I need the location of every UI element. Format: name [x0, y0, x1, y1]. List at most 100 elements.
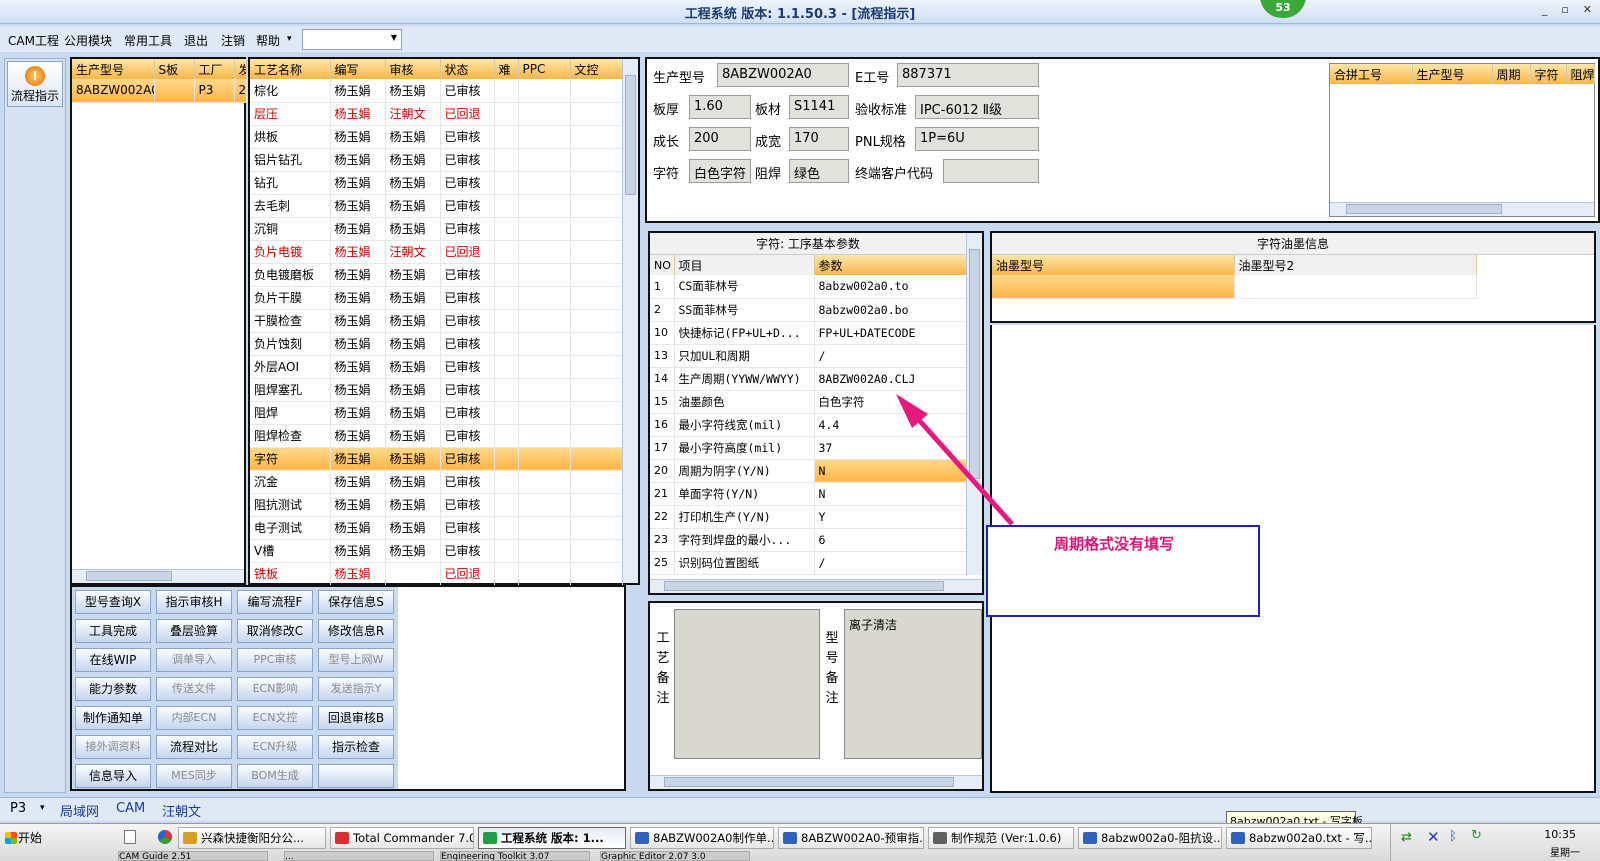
scroll-thumb[interactable]	[86, 571, 172, 581]
table-row[interactable]: 阻焊塞孔 杨玉娟 杨玉娟 已审核	[250, 378, 623, 402]
action-button-21[interactable]: 流程对比	[156, 735, 232, 759]
customer-code-field[interactable]	[943, 159, 1039, 183]
taskbar-button-7[interactable]: 8abzw002a0.txt - 写...	[1226, 827, 1372, 849]
scroll-thumb[interactable]	[969, 249, 980, 479]
column-header-model[interactable]: 生产型号	[72, 59, 155, 79]
taskbar-button-6[interactable]: 8abzw002a0-阻抗设...	[1078, 827, 1222, 849]
menu-combo-select[interactable]: ▼	[302, 29, 402, 50]
column-header-ink-model[interactable]: 油墨型号	[992, 255, 1235, 275]
action-button-25[interactable]: MES同步	[156, 764, 232, 788]
clock[interactable]: 10:35	[1544, 828, 1576, 841]
desktop-icon[interactable]	[124, 830, 136, 844]
menu-exit[interactable]: 退出	[184, 32, 208, 49]
taskbar-row2-button[interactable]: Engineering Toolkit 3.07	[440, 851, 590, 861]
action-button-27[interactable]	[318, 764, 394, 788]
action-button-24[interactable]: 信息导入	[75, 764, 151, 788]
taskbar-button-1[interactable]: Total Commander 7.0 ...	[330, 827, 474, 849]
menu-help[interactable]: 帮助	[256, 32, 280, 49]
table-row[interactable]: 干膜检查 杨玉娟 杨玉娟 已审核	[250, 309, 623, 333]
table-row[interactable]: 烘板 杨玉娟 杨玉娟 已审核	[250, 125, 623, 149]
network-icon[interactable]: ⇄	[1401, 830, 1412, 845]
column-header-merge-model[interactable]: 生产型号	[1412, 64, 1493, 84]
menu-common-modules[interactable]: 公用模块	[64, 32, 112, 49]
column-header-extra[interactable]: 发	[234, 59, 247, 79]
width-field[interactable]: 170	[789, 127, 849, 151]
action-button-1[interactable]: 指示审核H	[156, 590, 232, 614]
column-header-merge-char[interactable]: 字符	[1530, 64, 1567, 84]
column-header-s-board[interactable]: S板	[154, 59, 195, 79]
table-row[interactable]: 14 生产周期(YYWW/WWYY) 8ABZW002A0.CLJ	[650, 367, 967, 391]
taskbar-row2-button[interactable]: ...	[284, 851, 434, 861]
table-row[interactable]: 负电镀磨板 杨玉娟 杨玉娟 已审核	[250, 263, 623, 287]
taskbar-button-5[interactable]: 制作规范 (Ver:1.0.6)	[928, 827, 1074, 849]
table-row[interactable]: 22 打印机生产(Y/N) Y	[650, 505, 967, 529]
table-row[interactable]: 字符 杨玉娟 杨玉娟 已审核	[250, 447, 623, 471]
scroll-thumb[interactable]	[664, 581, 944, 591]
process-remarks-field[interactable]	[674, 609, 820, 759]
help-dropdown-icon[interactable]: ▾	[287, 34, 292, 44]
solder-mask-field[interactable]: 绿色	[789, 159, 849, 183]
table-row[interactable]: 10 快捷标记(FP+UL+D... FP+UL+DATECODE	[650, 321, 967, 345]
action-button-13[interactable]: 传送文件	[156, 677, 232, 701]
model-field[interactable]: 8ABZW002A0	[717, 63, 849, 87]
table-row[interactable]: 阻焊 杨玉娟 杨玉娟 已审核	[250, 401, 623, 425]
flow-instruction-button[interactable]: ! 流程指示	[7, 61, 63, 107]
action-button-16[interactable]: 制作通知单	[75, 706, 151, 730]
table-row[interactable]: 去毛刺 杨玉娟 杨玉娟 已审核	[250, 194, 623, 218]
column-header-status[interactable]: 状态	[440, 59, 495, 79]
table-row[interactable]: 1 CS面菲林号 8abzw002a0.to	[650, 275, 967, 299]
action-button-23[interactable]: 指示检查	[318, 735, 394, 759]
params-vscroll[interactable]	[966, 233, 982, 575]
close-button[interactable]: ✕	[1583, 3, 1592, 16]
action-button-9[interactable]: 调单导入	[156, 648, 232, 672]
e-number-field[interactable]: 887371	[897, 63, 1039, 87]
maximize-button[interactable]: ▫	[1561, 3, 1568, 16]
table-row[interactable]: 23 字符到焊盘的最小... 6	[650, 528, 967, 552]
table-row[interactable]: 棕化 杨玉娟 杨玉娟 已审核	[250, 79, 623, 103]
column-header-merge-no[interactable]: 合拼工号	[1330, 64, 1413, 84]
taskbar-row2-button[interactable]: CAM Guide 2.51	[118, 851, 268, 861]
column-header-merge-mask[interactable]: 阻焊	[1566, 64, 1595, 84]
merge-table-hscroll[interactable]	[1330, 202, 1594, 216]
table-row[interactable]: 负片蚀刻 杨玉娟 杨玉娟 已审核	[250, 332, 623, 356]
column-header-ink-model-2[interactable]: 油墨型号2	[1234, 255, 1477, 275]
table-row[interactable]: 21 单面字符(Y/N) N	[650, 482, 967, 506]
action-button-15[interactable]: 发送指示Y	[318, 677, 394, 701]
table-row[interactable]: 负片电镀 杨玉娟 汪朝文 已回退	[250, 240, 623, 264]
table-row[interactable]: 2 SS面菲林号 8abzw002a0.bo	[650, 298, 967, 322]
refresh-icon[interactable]: ↻	[1471, 828, 1482, 843]
action-button-17[interactable]: 内部ECN	[156, 706, 232, 730]
table-row[interactable]: 铝片钻孔 杨玉娟 杨玉娟 已审核	[250, 148, 623, 172]
taskbar-button-2[interactable]: 工程系统 版本: 1...	[478, 827, 626, 849]
action-button-2[interactable]: 编写流程F	[237, 590, 313, 614]
action-button-0[interactable]: 型号查询X	[75, 590, 151, 614]
table-row[interactable]: 外层AOI 杨玉娟 杨玉娟 已审核	[250, 355, 623, 379]
column-header-factory[interactable]: 工厂	[194, 59, 235, 79]
scroll-thumb[interactable]	[1346, 204, 1502, 214]
action-button-14[interactable]: ECN影响	[237, 677, 313, 701]
column-header-item[interactable]: 项目	[674, 255, 815, 275]
table-row[interactable]: 16 最小字符线宽(mil) 4.4	[650, 413, 967, 437]
menu-logout[interactable]: 注销	[221, 32, 245, 49]
table-row[interactable]: 层压 杨玉娟 汪朝文 已回退	[250, 102, 623, 126]
column-header-param[interactable]: 参数	[814, 255, 967, 275]
thickness-field[interactable]: 1.60	[689, 95, 751, 119]
standard-field[interactable]: IPC-6012 Ⅱ级	[915, 95, 1039, 119]
params-hscroll[interactable]	[650, 579, 982, 593]
remarks-hscroll[interactable]	[650, 775, 982, 789]
action-button-18[interactable]: ECN文控	[237, 706, 313, 730]
table-row[interactable]: V槽 杨玉娟 杨玉娟 已审核	[250, 539, 623, 563]
action-button-26[interactable]: BOM生成	[237, 764, 313, 788]
close-icon[interactable]: ✕	[1427, 828, 1440, 846]
table-row[interactable]: 13 只加UL和周期 /	[650, 344, 967, 368]
taskbar-row2-button[interactable]: Graphic Editor 2.07 3.0	[600, 851, 750, 861]
length-field[interactable]: 200	[689, 127, 751, 151]
action-button-7[interactable]: 修改信息R	[318, 619, 394, 643]
action-button-19[interactable]: 回退审核B	[318, 706, 394, 730]
model-list-hscroll[interactable]	[72, 569, 244, 583]
table-row[interactable]: 负片干膜 杨玉娟 杨玉娟 已审核	[250, 286, 623, 310]
column-header-merge-cycle[interactable]: 周期	[1492, 64, 1531, 84]
cell-ink-model-2[interactable]	[1234, 275, 1477, 299]
table-row[interactable]: 钻孔 杨玉娟 杨玉娟 已审核	[250, 171, 623, 195]
table-row[interactable]: 20 周期为阴字(Y/N) N	[650, 459, 967, 483]
